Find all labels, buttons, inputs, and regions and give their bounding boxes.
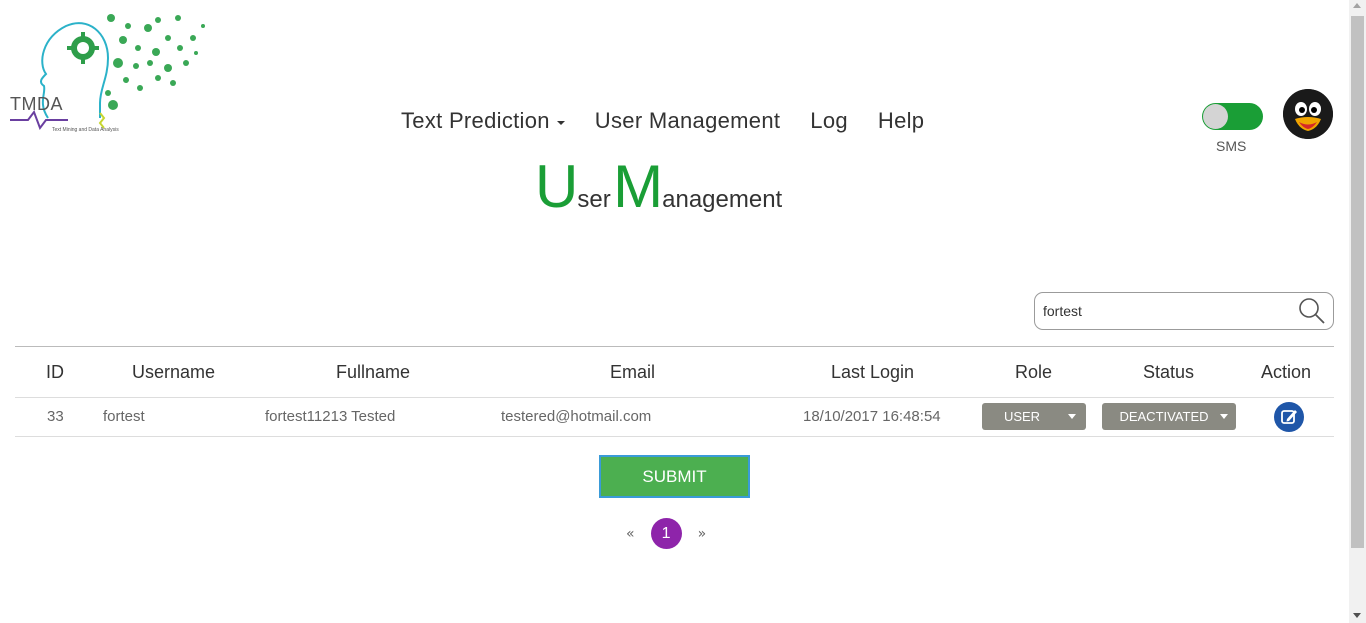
pagination-page-1[interactable]: 1 [650, 518, 682, 549]
edit-button[interactable] [1274, 402, 1304, 432]
cell-username: fortest [103, 408, 145, 425]
table-row: 33 fortest fortest11213 Tested testered@… [15, 398, 1334, 437]
nav-item-log[interactable]: Log [810, 108, 848, 134]
header-status[interactable]: Status [1143, 362, 1194, 383]
head-gear-logo-icon [10, 14, 205, 131]
chevron-down-icon [1220, 414, 1228, 419]
avatar[interactable] [1283, 89, 1333, 139]
header-role[interactable]: Role [1015, 362, 1052, 383]
scroll-thumb[interactable] [1351, 16, 1364, 548]
role-select-value: USER [1003, 409, 1041, 424]
edit-icon [1281, 410, 1297, 424]
header-last-login[interactable]: Last Login [831, 362, 914, 383]
nav-item-text-prediction[interactable]: Text Prediction [401, 108, 565, 134]
role-select[interactable]: USER [982, 403, 1086, 430]
logo-text: TMDA [10, 94, 63, 114]
search-input[interactable] [1043, 293, 1288, 329]
page-title: User Management [535, 152, 782, 221]
header-action: Action [1261, 362, 1312, 382]
page-title-rest-1: ser [577, 186, 611, 213]
nav-item-label: Log [810, 108, 848, 133]
status-select-value: DEACTIVATED [1119, 409, 1209, 424]
page-title-initial-u: U [535, 153, 578, 220]
page-title-rest-2: anagement [662, 186, 783, 213]
header-id[interactable]: ID [46, 362, 64, 383]
search-box [1034, 292, 1334, 330]
header-email[interactable]: Email [610, 362, 655, 383]
nav-item-label: Text Prediction [401, 108, 550, 133]
nav-item-user-management[interactable]: User Management [595, 108, 780, 134]
main-nav: Text Prediction User Management Log Help [401, 108, 954, 134]
cell-fullname: fortest11213 Tested [265, 408, 396, 425]
sms-toggle-label: SMS [1216, 138, 1247, 154]
nav-item-label: User Management [594, 108, 781, 133]
page-title-initial-m: M [613, 153, 663, 220]
user-table: ID Username Fullname Email Last Login Ro… [15, 346, 1334, 437]
tmda-logo[interactable]: TMDA Text Mining and Data Analysis [8, 8, 213, 138]
pagination-prev[interactable]: « [626, 526, 635, 542]
pagination: « 1 » [626, 518, 706, 549]
cell-last-login: 18/10/2017 16:48:54 [803, 408, 941, 425]
table-header-row: ID Username Fullname Email Last Login Ro… [15, 347, 1334, 398]
search-icon[interactable] [1297, 296, 1327, 326]
status-select[interactable]: DEACTIVATED [1102, 403, 1236, 430]
nav-item-help[interactable]: Help [878, 108, 924, 134]
nav-item-label: Help [877, 108, 925, 133]
header-fullname[interactable]: Fullname [336, 362, 410, 383]
logo-subtitle: Text Mining and Data Analysis [52, 127, 119, 133]
chevron-down-icon [1068, 414, 1076, 419]
cell-id: 33 [47, 408, 64, 425]
header-username[interactable]: Username [132, 362, 215, 383]
cell-email: testered@hotmail.com [501, 408, 652, 425]
toggle-knob [1203, 104, 1228, 129]
caret-down-icon [556, 120, 565, 125]
penguin-avatar-icon [1283, 89, 1333, 139]
pagination-next[interactable]: » [698, 526, 707, 542]
scroll-down-arrow-icon[interactable] [1353, 613, 1361, 618]
scroll-up-arrow-icon[interactable] [1353, 3, 1361, 8]
vertical-scrollbar[interactable] [1349, 0, 1366, 623]
sms-toggle[interactable] [1202, 103, 1263, 130]
submit-button[interactable]: SUBMIT [599, 455, 750, 498]
